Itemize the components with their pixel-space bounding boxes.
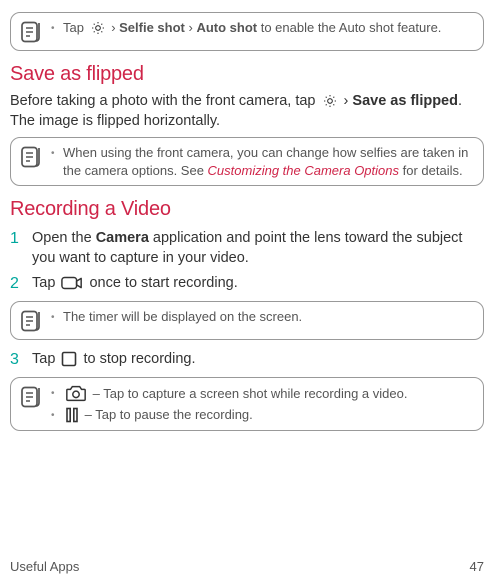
- footer-section: Useful Apps: [10, 558, 79, 576]
- section-title-save-as-flipped: Save as flipped: [10, 61, 484, 88]
- note-icon: [19, 385, 43, 409]
- bullet: [51, 19, 57, 37]
- note-box-auto-shot: Tap › Selfie shot › Auto shot to enable …: [10, 12, 484, 51]
- step-text: Open the Camera application and point th…: [32, 229, 484, 268]
- note-box-timer: The timer will be displayed on the scree…: [10, 301, 484, 340]
- note-content: When using the front camera, you can cha…: [51, 144, 473, 179]
- section-body-save-as-flipped: Before taking a photo with the front cam…: [10, 92, 484, 131]
- step-text: Tap once to start recording.: [32, 274, 484, 294]
- note-text: The timer will be displayed on the scree…: [63, 308, 473, 326]
- note-content: Tap › Selfie shot › Auto shot to enable …: [51, 19, 473, 37]
- step-number: 3: [10, 350, 24, 371]
- step-3: 3 Tap to stop recording.: [10, 350, 484, 371]
- note-icon: [19, 309, 43, 333]
- step-number: 1: [10, 229, 24, 250]
- page-footer: Useful Apps 47: [10, 558, 484, 576]
- bullet: [51, 384, 57, 402]
- step-1: 1 Open the Camera application and point …: [10, 229, 484, 268]
- note-icon: [19, 20, 43, 44]
- pause-icon: [65, 407, 79, 423]
- settings-icon: [90, 20, 106, 36]
- link-customizing-camera-options[interactable]: Customizing the Camera Options: [208, 163, 399, 178]
- step-2: 2 Tap once to start recording.: [10, 274, 484, 295]
- note-icon: [19, 145, 43, 169]
- bullet: [51, 406, 57, 424]
- note-content: The timer will be displayed on the scree…: [51, 308, 473, 326]
- step-text: Tap to stop recording.: [32, 350, 484, 370]
- note-text: – Tap to capture a screen shot while rec…: [63, 384, 473, 403]
- note-box-recording-controls: – Tap to capture a screen shot while rec…: [10, 377, 484, 431]
- footer-page-number: 47: [470, 558, 484, 576]
- camera-icon: [65, 384, 87, 402]
- note-text: Tap › Selfie shot › Auto shot to enable …: [63, 19, 473, 37]
- note-text: – Tap to pause the recording.: [63, 406, 473, 424]
- note-content: – Tap to capture a screen shot while rec…: [51, 384, 473, 424]
- step-number: 2: [10, 274, 24, 295]
- section-title-recording-video: Recording a Video: [10, 196, 484, 223]
- stop-icon: [61, 351, 77, 367]
- bullet: [51, 144, 57, 162]
- bullet: [51, 308, 57, 326]
- settings-icon: [322, 93, 338, 109]
- record-icon: [61, 275, 83, 291]
- note-box-camera-options: When using the front camera, you can cha…: [10, 137, 484, 186]
- note-text: When using the front camera, you can cha…: [63, 144, 473, 179]
